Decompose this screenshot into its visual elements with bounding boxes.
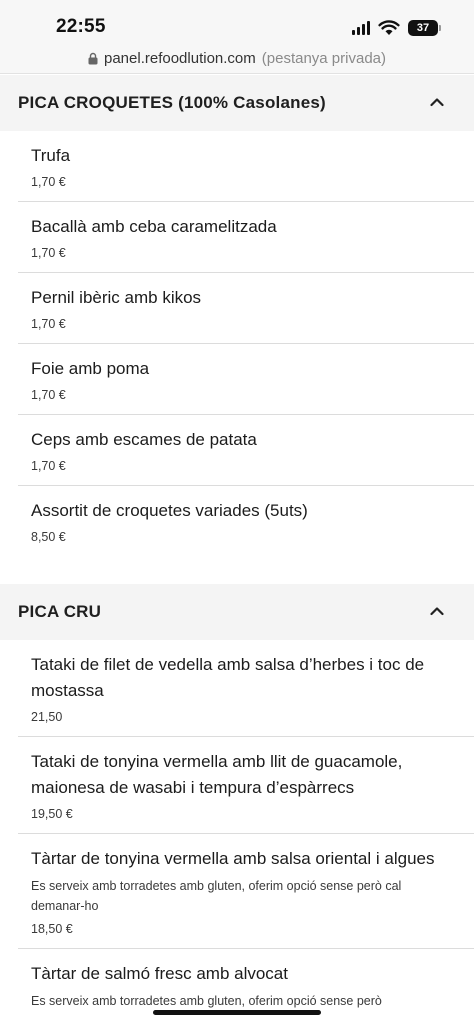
menu-item[interactable]: Foie amb poma 1,70 € (18, 344, 474, 415)
item-name: Bacallà amb ceba caramelitzada (31, 217, 277, 236)
menu-item[interactable]: Pernil ibèric amb kikos 1,70 € (18, 273, 474, 344)
section-title: PICA CRU (18, 602, 102, 621)
item-description: Es serveix amb torradetes amb gluten, of… (31, 994, 382, 1008)
status-icons: 37 (352, 18, 441, 38)
item-name: Trufa (31, 146, 71, 165)
menu-section-pica-croquetes: PICA CROQUETES (100% Casolanes) Trufa 1,… (0, 75, 474, 556)
url-domain: panel.refoodlution.com (104, 50, 256, 67)
menu-content: PICA CROQUETES (100% Casolanes) Trufa 1,… (0, 75, 474, 1023)
status-bar: 22:55 37 (0, 0, 474, 44)
item-price: 1,70 € (31, 459, 66, 473)
item-name: Pernil ibèric amb kikos (31, 288, 202, 307)
home-indicator[interactable] (153, 1010, 321, 1015)
status-time: 22:55 (56, 16, 106, 37)
item-price: 19,50 € (31, 807, 73, 821)
section-header[interactable]: PICA CRU (0, 584, 474, 640)
item-price: 1,70 € (31, 246, 66, 260)
item-description: Es serveix amb torradetes amb gluten, of… (31, 879, 402, 913)
item-name: Foie amb poma (31, 359, 150, 378)
item-name: Tàrtar de tonyina vermella amb salsa ori… (31, 849, 435, 868)
section-items: Tataki de filet de vedella amb salsa d’h… (0, 640, 474, 1023)
item-price: 21,50 (31, 710, 63, 724)
cellular-signal-icon (352, 21, 370, 35)
menu-item[interactable]: Bacallà amb ceba caramelitzada 1,70 € (18, 202, 474, 273)
item-name: Assortit de croquetes variades (5uts) (31, 501, 308, 520)
menu-item[interactable]: Tataki de filet de vedella amb salsa d’h… (18, 640, 474, 737)
wifi-icon (378, 20, 400, 35)
item-price: 18,50 € (31, 922, 73, 936)
battery-level: 37 (416, 22, 430, 34)
section-header[interactable]: PICA CROQUETES (100% Casolanes) (0, 75, 474, 131)
menu-section-pica-cru: PICA CRU Tataki de filet de vedella amb … (0, 584, 474, 1023)
battery-icon: 37 (408, 20, 441, 36)
chevron-up-icon[interactable] (430, 97, 444, 107)
menu-item[interactable]: Assortit de croquetes variades (5uts) 8,… (18, 486, 474, 556)
item-price: 1,70 € (31, 317, 66, 331)
chevron-up-icon[interactable] (430, 606, 444, 616)
section-title: PICA CROQUETES (100% Casolanes) (18, 93, 326, 112)
item-name: Tàrtar de salmó fresc amb alvocat (31, 964, 288, 983)
item-price: 8,50 € (31, 530, 66, 544)
lock-icon (88, 52, 98, 65)
item-name: Tataki de tonyina vermella amb llit de g… (31, 752, 403, 797)
item-name: Tataki de filet de vedella amb salsa d’h… (31, 655, 425, 700)
menu-item[interactable]: Trufa 1,70 € (18, 131, 474, 202)
item-price: 1,70 € (31, 175, 66, 189)
url-bar[interactable]: panel.refoodlution.com (pestanya privada… (0, 44, 474, 74)
item-price: 1,70 € (31, 388, 66, 402)
item-name: Ceps amb escames de patata (31, 430, 257, 449)
menu-item[interactable]: Tataki de tonyina vermella amb llit de g… (18, 737, 474, 834)
private-tab-note: (pestanya privada) (261, 50, 386, 67)
menu-item[interactable]: Tàrtar de tonyina vermella amb salsa ori… (18, 834, 474, 949)
menu-item[interactable]: Ceps amb escames de patata 1,70 € (18, 415, 474, 486)
section-items: Trufa 1,70 € Bacallà amb ceba caramelitz… (0, 131, 474, 556)
